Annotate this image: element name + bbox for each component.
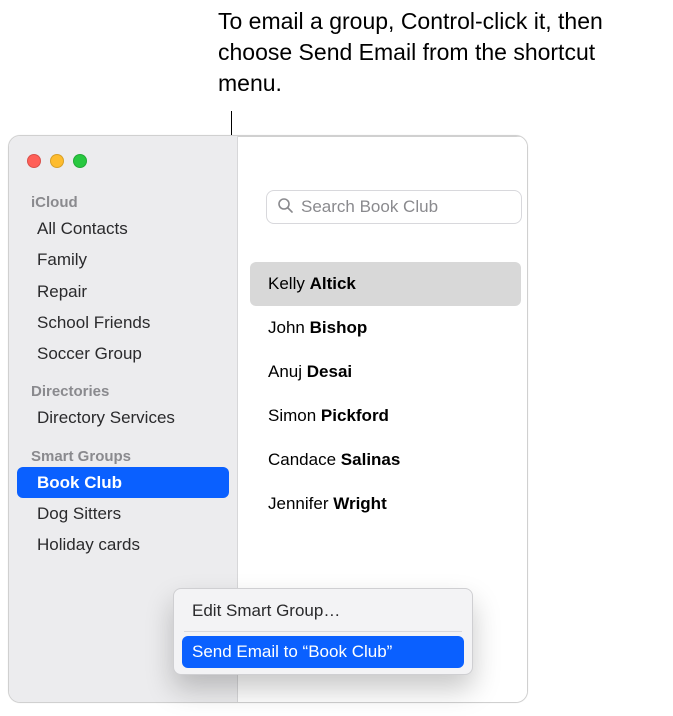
sidebar-item-directory-services[interactable]: Directory Services	[9, 402, 237, 433]
sidebar-item-soccer-group[interactable]: Soccer Group	[9, 338, 237, 369]
contact-last: Bishop	[310, 318, 368, 337]
contact-first: John	[268, 318, 305, 337]
help-caption: To email a group, Control-click it, then…	[218, 6, 642, 99]
sidebar-item-school-friends[interactable]: School Friends	[9, 307, 237, 338]
contact-row[interactable]: Anuj Desai	[250, 350, 521, 394]
contact-row[interactable]: Simon Pickford	[250, 394, 521, 438]
contact-row[interactable]: Jennifer Wright	[250, 482, 521, 526]
context-menu[interactable]: Edit Smart Group… Send Email to “Book Cl…	[173, 588, 473, 675]
traffic-lights	[27, 154, 87, 168]
contact-first: Jennifer	[268, 494, 328, 513]
search-field[interactable]	[266, 190, 522, 224]
close-button[interactable]	[27, 154, 41, 168]
contact-first: Simon	[268, 406, 316, 425]
search-icon	[277, 197, 299, 218]
sidebar-item-holiday-cards[interactable]: Holiday cards	[9, 529, 237, 560]
contact-row[interactable]: Candace Salinas	[250, 438, 521, 482]
contact-last: Altick	[310, 274, 356, 293]
contact-last: Pickford	[321, 406, 389, 425]
sidebar-item-all-contacts[interactable]: All Contacts	[9, 213, 237, 244]
contact-first: Kelly	[268, 274, 305, 293]
contact-row[interactable]: John Bishop	[250, 306, 521, 350]
contact-last: Wright	[333, 494, 387, 513]
contact-last: Desai	[307, 362, 352, 381]
context-separator	[184, 631, 462, 632]
minimize-button[interactable]	[50, 154, 64, 168]
maximize-button[interactable]	[73, 154, 87, 168]
header-divider	[238, 136, 527, 137]
contact-first: Candace	[268, 450, 336, 469]
section-header-smart-groups: Smart Groups	[9, 444, 237, 467]
sidebar-item-family[interactable]: Family	[9, 244, 237, 275]
contacts-list: Kelly Altick John Bishop Anuj Desai Simo…	[250, 262, 521, 526]
sidebar-item-dog-sitters[interactable]: Dog Sitters	[9, 498, 237, 529]
context-send-email[interactable]: Send Email to “Book Club”	[182, 636, 464, 668]
contact-first: Anuj	[268, 362, 302, 381]
section-header-directories: Directories	[9, 379, 237, 402]
sidebar-item-book-club[interactable]: Book Club	[17, 467, 229, 498]
contact-last: Salinas	[341, 450, 401, 469]
section-header-icloud: iCloud	[9, 190, 237, 213]
contact-row[interactable]: Kelly Altick	[250, 262, 521, 306]
search-input[interactable]	[299, 196, 511, 218]
sidebar-list: iCloud All Contacts Family Repair School…	[9, 190, 237, 560]
sidebar-item-repair[interactable]: Repair	[9, 276, 237, 307]
context-edit-smart-group[interactable]: Edit Smart Group…	[178, 595, 468, 627]
